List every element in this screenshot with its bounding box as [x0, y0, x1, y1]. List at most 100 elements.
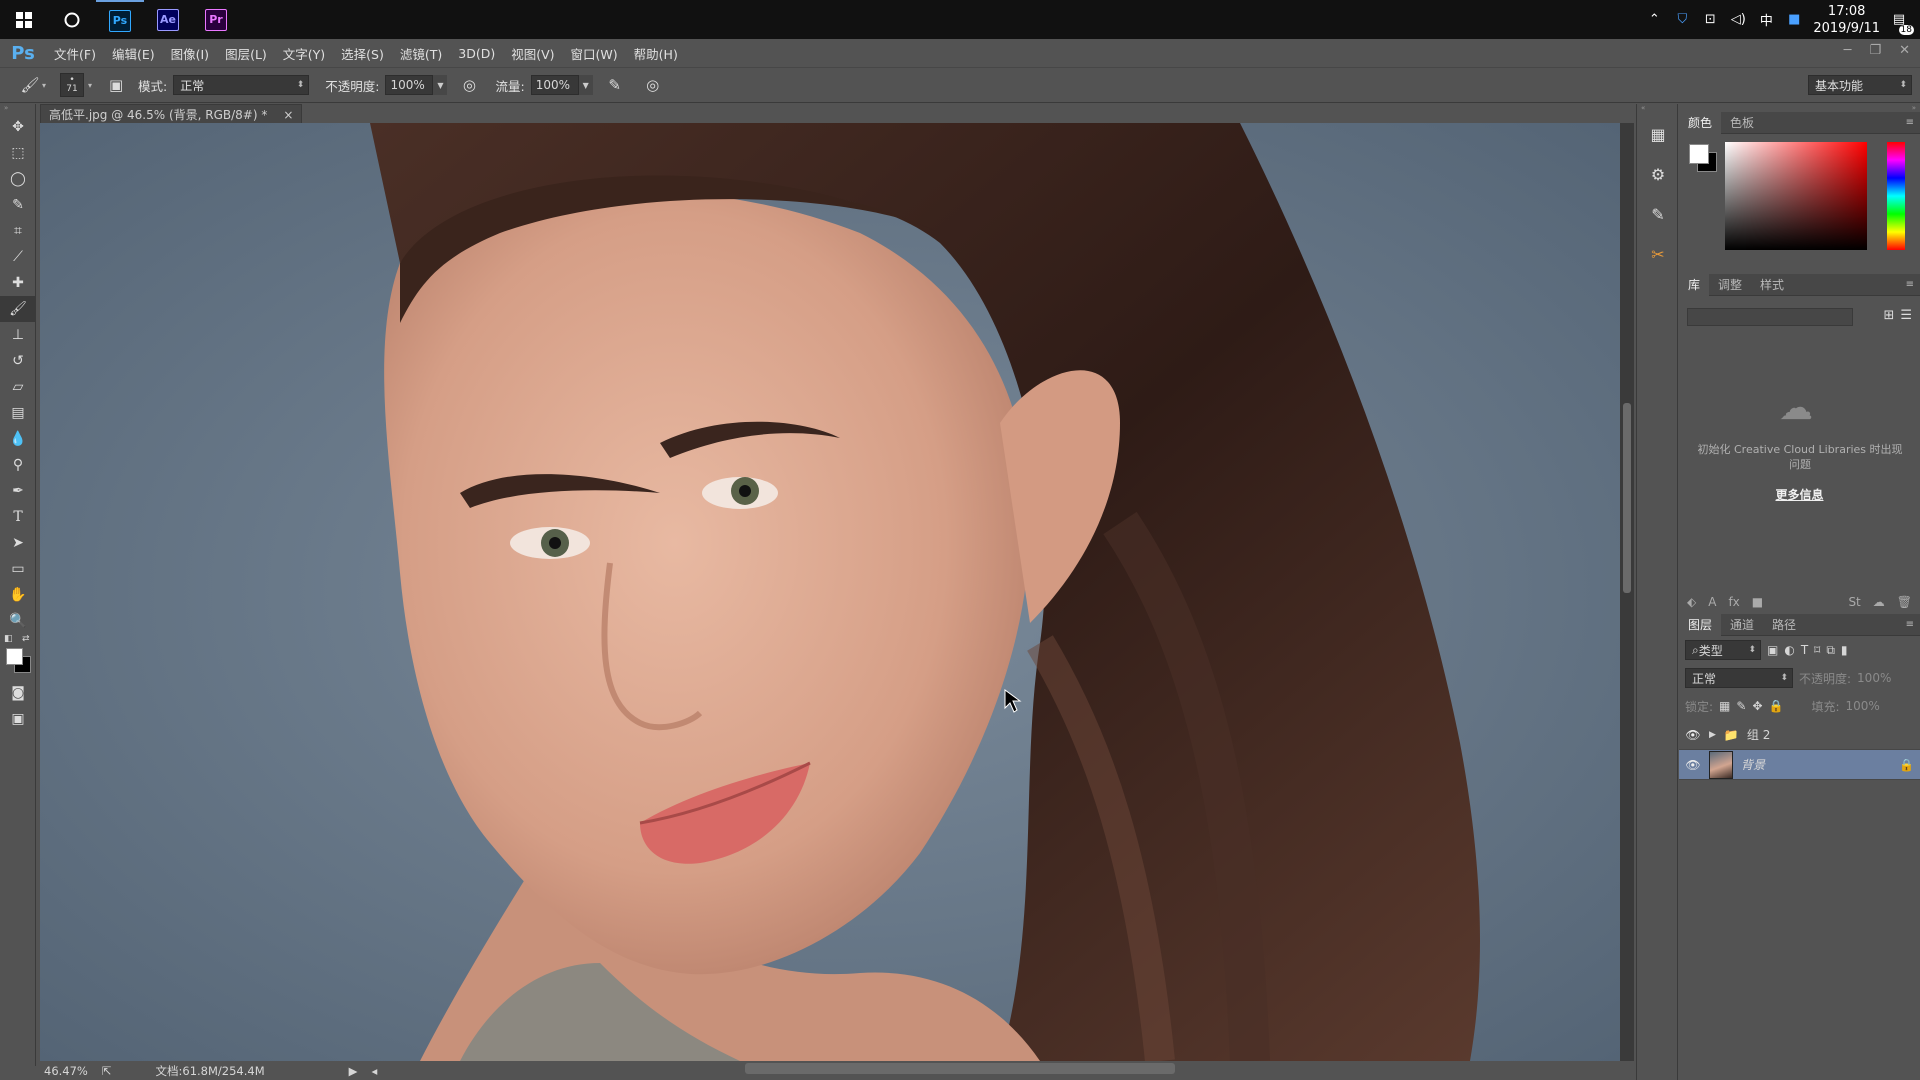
history-brush-tool-icon[interactable]: ↺ [0, 348, 36, 374]
blend-mode-dropdown[interactable]: 正常 [1685, 668, 1793, 688]
healing-brush-tool-icon[interactable]: ✚ [0, 270, 36, 296]
tab-swatches[interactable]: 色板 [1721, 112, 1763, 134]
hue-slider[interactable] [1887, 142, 1905, 250]
flow-dropdown-arrow-icon[interactable]: ▼ [578, 75, 593, 95]
windows-start-button[interactable] [0, 0, 48, 39]
lock-all-icon[interactable]: 🔒 [1769, 699, 1784, 713]
foreground-color-swatch[interactable] [6, 648, 23, 665]
crop-tool-icon[interactable]: ⌗ [0, 218, 36, 244]
expand-group-icon[interactable]: ▶ [1709, 730, 1716, 740]
brush-tool-preset-icon[interactable]: 🖌 [18, 73, 42, 97]
trash-icon[interactable]: 🗑 [1897, 595, 1912, 609]
volume-icon[interactable]: ◁) [1729, 11, 1747, 29]
brush-size-chevron-icon[interactable]: ▾ [88, 81, 92, 90]
panel-menu-icon[interactable]: ≡ [1906, 117, 1914, 128]
collapse-strip-icon[interactable]: « [1637, 104, 1677, 114]
panel-menu-icon[interactable]: ≡ [1906, 279, 1914, 290]
horizontal-scrollbar-thumb[interactable] [745, 1063, 1175, 1074]
rectangle-tool-icon[interactable]: ▭ [0, 556, 36, 582]
restore-icon[interactable]: ❐ [1869, 43, 1881, 58]
layer-opacity-value[interactable]: 100% [1857, 671, 1891, 685]
library-select[interactable] [1687, 308, 1853, 326]
pressure-opacity-icon[interactable]: ◎ [457, 73, 481, 97]
tab-channels[interactable]: 通道 [1721, 614, 1763, 636]
layer-name[interactable]: 背景 [1741, 756, 1765, 773]
ime-indicator[interactable]: 中 [1757, 11, 1775, 29]
network-icon[interactable]: ⊡ [1701, 11, 1719, 29]
tab-styles[interactable]: 样式 [1751, 274, 1793, 296]
workspace-dropdown[interactable]: 基本功能 [1808, 75, 1912, 95]
close-document-icon[interactable]: × [283, 108, 293, 122]
menu-type[interactable]: 文字(Y) [275, 44, 333, 63]
menu-window[interactable]: 窗口(W) [563, 44, 626, 63]
cortana-button[interactable] [48, 0, 96, 39]
marquee-tool-icon[interactable]: ⬚ [0, 140, 36, 166]
quick-select-tool-icon[interactable]: ✎ [0, 192, 36, 218]
eye-visibility-icon[interactable]: 👁 [1685, 758, 1701, 772]
tab-libraries[interactable]: 库 [1679, 273, 1710, 296]
sync-icon[interactable]: ☁ [1873, 595, 1885, 609]
vertical-scrollbar-thumb[interactable] [1623, 403, 1631, 593]
tab-color[interactable]: 颜色 [1679, 111, 1722, 134]
document-canvas[interactable] [40, 123, 1620, 1061]
quick-mask-icon[interactable]: ◙ [0, 680, 36, 706]
properties-panel-icon[interactable]: ⚙ [1637, 154, 1679, 194]
screen-mode-icon[interactable]: ▣ [0, 706, 36, 732]
panel-menu-icon[interactable]: ≡ [1906, 619, 1914, 630]
list-view-icon[interactable]: ☰ [1900, 308, 1912, 323]
path-selection-tool-icon[interactable]: ➤ [0, 530, 36, 556]
lock-pixels-icon[interactable]: ✎ [1736, 699, 1746, 713]
more-info-link[interactable]: 更多信息 [1679, 486, 1920, 503]
zoom-level[interactable]: 46.47% [44, 1064, 88, 1078]
menu-3d[interactable]: 3D(D) [450, 46, 503, 61]
chevron-up-icon[interactable]: ⌃ [1645, 11, 1663, 29]
taskbar-after-effects[interactable]: Ae [144, 0, 192, 39]
export-icon[interactable]: ⇱ [102, 1064, 112, 1078]
pen-tool-icon[interactable]: ✒ [0, 478, 36, 504]
add-text-icon[interactable]: A [1708, 595, 1716, 609]
filter-smart-object-icon[interactable]: ⧉ [1826, 643, 1835, 658]
menu-image[interactable]: 图像(I) [163, 44, 217, 63]
menu-help[interactable]: 帮助(H) [626, 44, 686, 63]
layer-row-background[interactable]: 👁 背景 🔒 [1679, 750, 1920, 780]
add-style-icon[interactable]: fx [1728, 595, 1739, 609]
eye-visibility-icon[interactable]: 👁 [1685, 728, 1701, 742]
lock-transparent-icon[interactable]: ▦ [1719, 699, 1730, 713]
brush-panel-toggle-icon[interactable]: ▣ [104, 73, 128, 97]
history-panel-icon[interactable]: ▦ [1637, 114, 1679, 154]
dodge-tool-icon[interactable]: ⚲ [0, 452, 36, 478]
move-tool-icon[interactable]: ✥ [0, 114, 36, 140]
layer-thumbnail[interactable] [1709, 750, 1733, 779]
layer-row-group[interactable]: 👁 ▶ 📁 组 2 [1679, 720, 1920, 750]
gradient-tool-icon[interactable]: ▤ [0, 400, 36, 426]
scroll-left-icon[interactable]: ◂ [371, 1064, 377, 1078]
layer-filter-dropdown[interactable]: ⌕ 类型 [1685, 640, 1761, 660]
clock[interactable]: 17:08 2019/9/11 [1813, 3, 1880, 37]
brush-settings-panel-icon[interactable]: ✎ [1637, 194, 1679, 234]
menu-file[interactable]: 文件(F) [46, 44, 104, 63]
shield-icon[interactable]: ⛉ [1673, 11, 1691, 29]
filter-adjustment-icon[interactable]: ◐ [1784, 643, 1794, 657]
eyedropper-tool-icon[interactable]: ⟋ [0, 244, 36, 270]
add-color-icon[interactable]: ■ [1752, 595, 1763, 609]
color-picker-field[interactable] [1725, 142, 1867, 250]
add-graphic-icon[interactable]: ⬖ [1687, 595, 1696, 609]
menu-select[interactable]: 选择(S) [333, 44, 392, 63]
swap-colors-icon[interactable]: ⇄ [22, 634, 30, 644]
eraser-tool-icon[interactable]: ▱ [0, 374, 36, 400]
opacity-field[interactable]: 100% [385, 75, 434, 95]
menu-view[interactable]: 视图(V) [503, 44, 562, 63]
filter-pixel-icon[interactable]: ▣ [1767, 643, 1778, 657]
brush-tool-icon[interactable]: 🖌 [0, 296, 36, 322]
tool-preset-chevron-icon[interactable]: ▾ [42, 81, 46, 90]
menu-filter[interactable]: 滤镜(T) [392, 44, 450, 63]
default-colors-icon[interactable]: ◧ [4, 634, 13, 644]
filter-shape-icon[interactable]: ⌑ [1814, 643, 1820, 657]
clone-source-panel-icon[interactable]: ✂ [1637, 234, 1679, 274]
clone-stamp-tool-icon[interactable]: ⊥ [0, 322, 36, 348]
taskbar-premiere[interactable]: Pr [192, 0, 240, 39]
close-icon[interactable]: ✕ [1899, 43, 1910, 58]
fill-value[interactable]: 100% [1846, 699, 1880, 713]
document-tab[interactable]: 高低平.jpg @ 46.5% (背景, RGB/8#) * × [40, 104, 303, 124]
lock-position-icon[interactable]: ✥ [1752, 699, 1762, 713]
